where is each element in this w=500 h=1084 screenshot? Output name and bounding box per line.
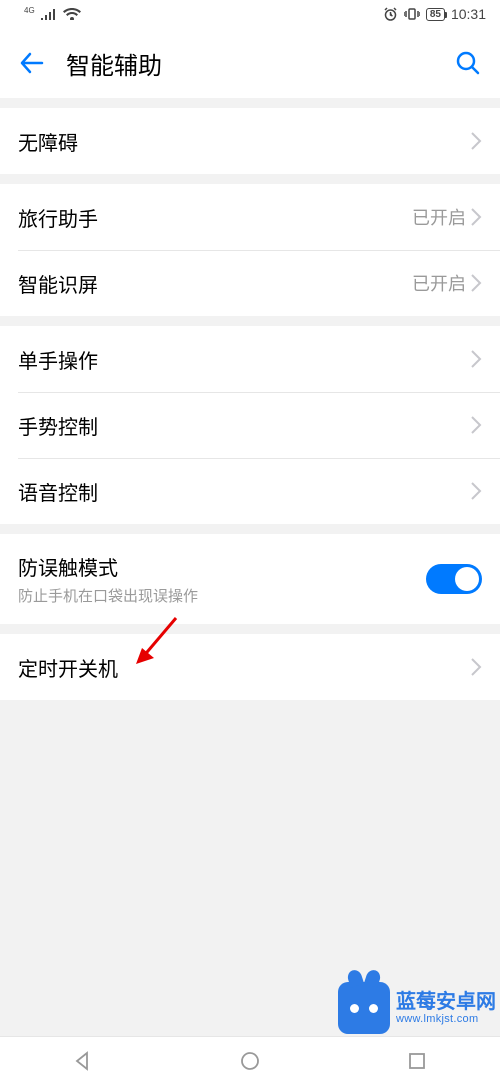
row-subtitle: 防止手机在口袋出现误操作 [18,585,426,606]
status-left: 4G [24,8,81,20]
nav-bar [0,1036,500,1084]
watermark: 蓝莓安卓网 www.lmkjst.com [338,982,496,1034]
nav-home-icon[interactable] [238,1049,262,1073]
row-scheduled-power[interactable]: 定时开关机 [0,634,500,700]
status-bar: 4G 85 10:31 [0,0,500,28]
row-block: 防误触模式 防止手机在口袋出现误操作 [18,552,426,606]
vibrate-icon [404,7,420,21]
row-label: 防误触模式 [18,552,426,581]
watermark-title: 蓝莓安卓网 [396,991,496,1013]
row-label: 无障碍 [18,127,470,156]
section-assistants: 旅行助手 已开启 智能识屏 已开启 [0,184,500,316]
back-icon[interactable] [18,49,46,77]
chevron-right-icon [470,349,482,369]
watermark-logo-icon [338,982,390,1034]
row-label: 定时开关机 [18,653,470,682]
row-accessibility[interactable]: 无障碍 [0,108,500,174]
wifi-icon [63,8,81,20]
row-label: 手势控制 [18,411,470,440]
row-label: 旅行助手 [18,203,412,232]
row-value: 已开启 [412,270,466,296]
clock: 10:31 [451,6,486,22]
row-one-hand[interactable]: 单手操作 [0,326,500,392]
watermark-url: www.lmkjst.com [396,1013,496,1025]
search-icon[interactable] [454,49,482,77]
row-label: 单手操作 [18,345,470,374]
toggle-switch[interactable] [426,564,482,594]
row-label: 智能识屏 [18,269,412,298]
chevron-right-icon [470,415,482,435]
row-voice-control[interactable]: 语音控制 [0,458,500,524]
row-mistouch-prevention: 防误触模式 防止手机在口袋出现误操作 [0,534,500,624]
row-smart-screen[interactable]: 智能识屏 已开启 [0,250,500,316]
row-value: 已开启 [412,204,466,230]
chevron-right-icon [470,657,482,677]
nav-back-icon[interactable] [71,1049,95,1073]
alarm-icon [383,7,398,22]
row-gesture-control[interactable]: 手势控制 [0,392,500,458]
page-title: 智能辅助 [66,46,434,81]
row-label: 语音控制 [18,477,470,506]
nav-recent-icon[interactable] [405,1049,429,1073]
section-accessibility: 无障碍 [0,108,500,174]
chevron-right-icon [470,207,482,227]
chevron-right-icon [470,131,482,151]
signal-icon [41,8,57,20]
battery-level: 85 [430,9,441,20]
chevron-right-icon [470,273,482,293]
row-travel-assistant[interactable]: 旅行助手 已开启 [0,184,500,250]
section-power-schedule: 定时开关机 [0,634,500,700]
section-mistouch: 防误触模式 防止手机在口袋出现误操作 [0,534,500,624]
section-controls: 单手操作 手势控制 语音控制 [0,326,500,524]
chevron-right-icon [470,481,482,501]
status-right: 85 10:31 [383,6,486,22]
network-type: 4G [24,6,35,15]
header: 智能辅助 [0,28,500,98]
watermark-text: 蓝莓安卓网 www.lmkjst.com [396,991,496,1025]
battery-icon: 85 [426,8,445,21]
